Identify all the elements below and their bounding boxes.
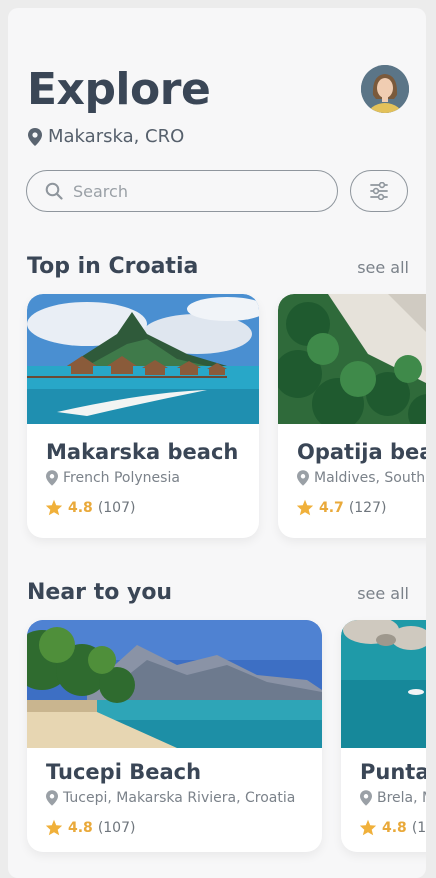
search-bar[interactable] [26,170,338,212]
section-title: Near to you [27,580,173,605]
place-image [341,620,426,748]
map-pin-icon [46,470,58,486]
place-card[interactable]: Makarska beach French Polynesia 4.8 (107… [27,294,259,538]
page-title: Explore [27,64,211,115]
place-location-label: Maldives, South [314,470,426,486]
place-name: Tucepi Beach [46,760,202,784]
map-pin-icon [360,790,372,806]
map-pin-icon [297,470,309,486]
place-location: Brela, Makarska [360,790,426,806]
avatar[interactable] [361,65,409,113]
filter-button[interactable] [350,170,408,212]
see-all-link[interactable]: see all [357,584,409,603]
place-image [27,294,259,424]
rating-count: (107) [97,819,136,836]
place-location-label: Tucepi, Makarska Riviera, Croatia [63,790,296,806]
star-icon [296,499,314,516]
place-image [27,620,322,748]
star-icon [45,499,63,516]
rating-value: 4.8 [68,819,93,836]
map-pin-icon [46,790,58,806]
explore-screen: Explore Makarska, CRO Search Top in Croa… [8,8,426,878]
place-rating: 4.8 (107) [45,499,135,516]
place-rating: 4.8 (107) [45,819,135,836]
search-input[interactable] [71,180,315,202]
place-card[interactable]: Opatija beach Maldives, South 4.7 (127) [278,294,426,538]
rating-count: (127) [348,499,387,516]
place-name: Makarska beach [46,440,239,464]
section-top-in-croatia: Top in Croatia see all [27,254,409,279]
place-location: Tucepi, Makarska Riviera, Croatia [46,790,295,806]
search-icon [45,182,63,200]
place-rating: 4.8 (107) [359,819,426,836]
sliders-icon [370,182,388,200]
section-title: Top in Croatia [27,254,199,279]
place-image [278,294,426,424]
star-icon [359,819,377,836]
place-location: Maldives, South [297,470,425,486]
rating-count: (107) [97,499,136,516]
place-name: Opatija beach [297,440,426,464]
place-location-label: French Polynesia [63,470,180,486]
rating-value: 4.8 [382,819,407,836]
rating-value: 4.7 [319,499,344,516]
place-card[interactable]: Punta Brela, Makarska 4.8 (107) [341,620,426,852]
section-near-to-you: Near to you see all [27,580,409,605]
place-rating: 4.7 (127) [296,499,386,516]
see-all-link[interactable]: see all [357,258,409,277]
map-pin-icon [28,127,42,146]
place-card[interactable]: Tucepi Beach Tucepi, Makarska Riviera, C… [27,620,322,852]
star-icon [45,819,63,836]
current-location: Makarska, CRO [28,126,184,147]
place-name: Punta [360,760,426,784]
rating-value: 4.8 [68,499,93,516]
place-location: French Polynesia [46,470,180,486]
location-label: Makarska, CRO [48,126,185,147]
rating-count: (107) [411,819,426,836]
place-location-label: Brela, Makarska [377,790,426,806]
